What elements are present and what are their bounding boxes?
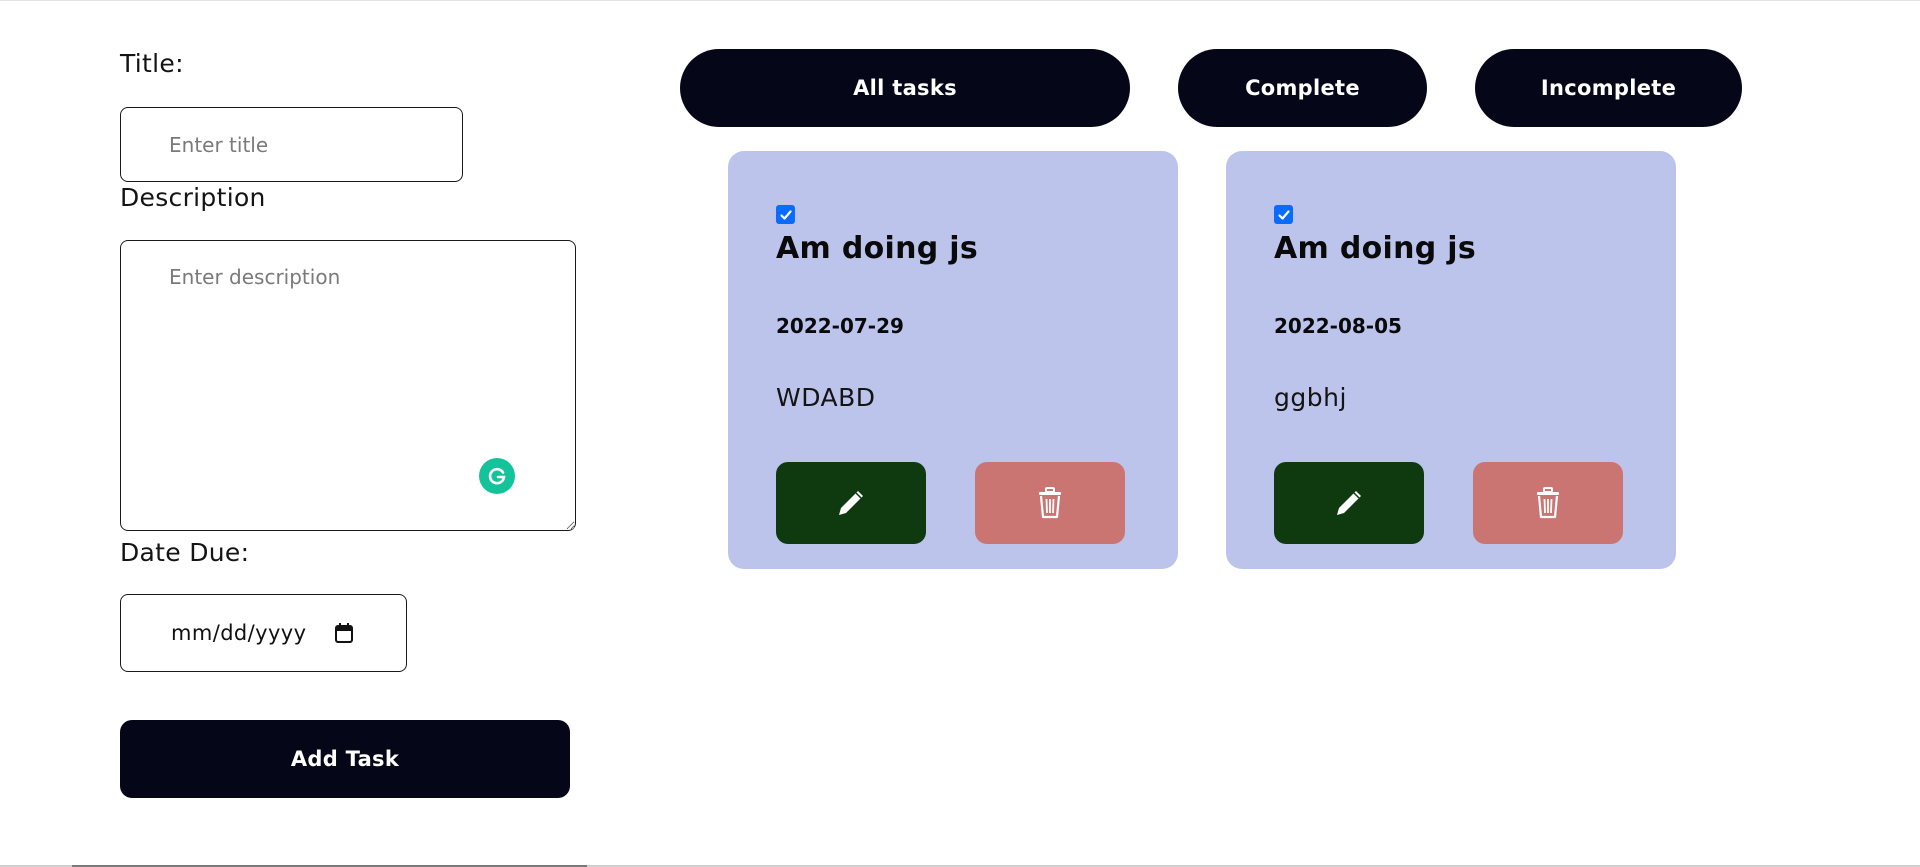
top-border [0,0,1920,1]
task-date: 2022-08-05 [1274,314,1402,338]
task-description: WDABD [776,383,876,412]
date-input[interactable]: mm/dd/yyyy [120,594,407,672]
description-label: Description [120,183,266,212]
delete-task-button[interactable] [975,462,1125,544]
calendar-icon[interactable] [334,622,354,644]
edit-task-button[interactable] [776,462,926,544]
task-complete-checkbox[interactable] [776,205,795,224]
trash-icon [1537,487,1559,519]
task-card: Am doing js 2022-07-29 WDABD [728,151,1178,569]
task-date: 2022-07-29 [776,314,904,338]
title-label: Title: [120,49,184,78]
checkmark-icon [1277,209,1290,220]
delete-task-button[interactable] [1473,462,1623,544]
date-label: Date Due: [120,538,250,567]
pencil-icon [1337,491,1361,515]
task-description: ggbhj [1274,383,1347,412]
task-card: Am doing js 2022-08-05 ggbhj [1226,151,1676,569]
pencil-icon [839,491,863,515]
add-task-button[interactable]: Add Task [120,720,570,798]
task-title: Am doing js [1274,231,1477,266]
title-input[interactable] [120,107,463,182]
filter-complete-button[interactable]: Complete [1178,49,1427,127]
trash-icon [1039,487,1061,519]
filter-incomplete-button[interactable]: Incomplete [1475,49,1742,127]
edit-task-button[interactable] [1274,462,1424,544]
grammarly-icon[interactable] [479,458,515,494]
filter-all-tasks-button[interactable]: All tasks [680,49,1130,127]
task-title: Am doing js [776,231,979,266]
checkmark-icon [779,209,792,220]
task-complete-checkbox[interactable] [1274,205,1293,224]
date-value: mm/dd/yyyy [171,621,307,645]
